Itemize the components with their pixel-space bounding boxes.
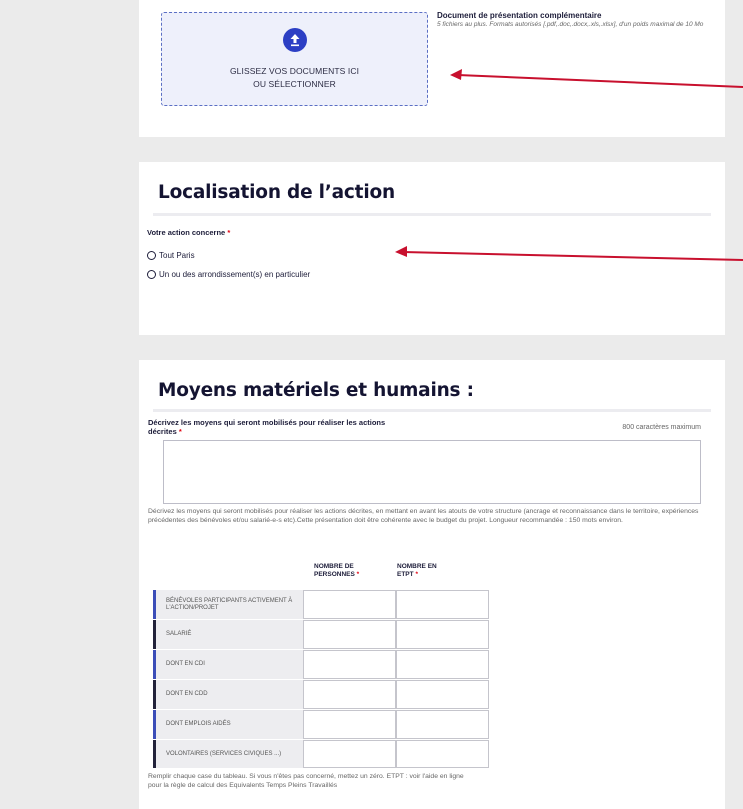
- table-header-etpt: NOMBRE EN ETPT *: [397, 563, 447, 578]
- moyens-help-text: Décrivez les moyens qui seront mobilisés…: [148, 508, 699, 524]
- table-cell-etpt[interactable]: [396, 590, 489, 619]
- radio-arrondissements[interactable]: Un ou des arrondissement(s) en particuli…: [147, 270, 310, 279]
- radio-label: Tout Paris: [159, 251, 195, 260]
- table-cell-personnes[interactable]: [303, 710, 396, 739]
- table-header-personnes: NOMBRE DE PERSONNES *: [314, 563, 374, 578]
- radio-button[interactable]: [147, 270, 156, 279]
- required-mark: *: [415, 570, 418, 578]
- radio-tout-paris[interactable]: Tout Paris: [147, 251, 195, 260]
- table-cell-etpt[interactable]: [396, 740, 489, 768]
- localisation-title: Localisation de l’action: [158, 182, 395, 203]
- radio-label: Un ou des arrondissement(s) en particuli…: [159, 270, 311, 279]
- table-row-label: DONT EN CDD: [153, 680, 303, 709]
- file-dropzone[interactable]: GLISSEZ VOS DOCUMENTS ICI OU SÉLECTIONNE…: [161, 12, 428, 106]
- table-cell-etpt[interactable]: [396, 620, 489, 649]
- document-hint: 5 fichiers au plus. Formats autorisés [.…: [437, 21, 704, 28]
- action-concerne-label-text: Votre action concerne: [147, 228, 226, 237]
- max-chars-hint: 800 caractères maximum: [622, 424, 701, 431]
- table-cell-etpt[interactable]: [396, 710, 489, 739]
- annotation-arrow-upload: [450, 69, 743, 88]
- table-cell-personnes[interactable]: [303, 740, 396, 768]
- table-row-label: VOLONTAIRES (SERVICES CIVIQUES ...): [153, 740, 303, 768]
- table-cell-personnes[interactable]: [303, 620, 396, 649]
- moyens-title: Moyens matériels et humains :: [158, 380, 474, 401]
- moyens-description-label: Décrivez les moyens qui seront mobilisés…: [148, 418, 408, 436]
- table-row-label: DONT EN CDI: [153, 650, 303, 679]
- annotation-arrow-localisation: [395, 246, 743, 261]
- dropzone-text-line1: GLISSEZ VOS DOCUMENTS ICI: [229, 66, 360, 76]
- dropzone-select-link[interactable]: OU SÉLECTIONNER: [162, 79, 427, 89]
- table-cell-personnes[interactable]: [303, 650, 396, 679]
- moyens-textarea[interactable]: [163, 440, 701, 504]
- table-row-label: BÉNÉVOLES PARTICIPANTS ACTIVEMENT À L'AC…: [153, 590, 303, 619]
- action-concerne-label: Votre action concerne *: [147, 228, 230, 237]
- table-cell-etpt[interactable]: [396, 650, 489, 679]
- moyens-card: Moyens matériels et humains : Décrivez l…: [139, 360, 725, 809]
- radio-button[interactable]: [147, 251, 156, 260]
- table-cell-personnes[interactable]: [303, 590, 396, 619]
- table-header-personnes-text: NOMBRE DE PERSONNES: [314, 563, 355, 578]
- document-title: Document de présentation complémentaire: [437, 11, 602, 20]
- required-mark: *: [227, 228, 231, 237]
- required-mark: *: [178, 427, 182, 436]
- section-divider: [153, 213, 711, 216]
- upload-arrow-icon: [283, 28, 307, 52]
- moyens-description-label-text: Décrivez les moyens qui seront mobilisés…: [148, 418, 386, 436]
- table-row-label: SALARIÉ: [153, 620, 303, 649]
- table-cell-personnes[interactable]: [303, 680, 396, 709]
- table-row-label: DONT EMPLOIS AIDÉS: [153, 710, 303, 739]
- required-mark: *: [356, 570, 360, 578]
- table-footer-note: Remplir chaque case du tableau. Si vous …: [148, 773, 464, 789]
- table-cell-etpt[interactable]: [396, 680, 489, 709]
- section-divider: [153, 409, 711, 412]
